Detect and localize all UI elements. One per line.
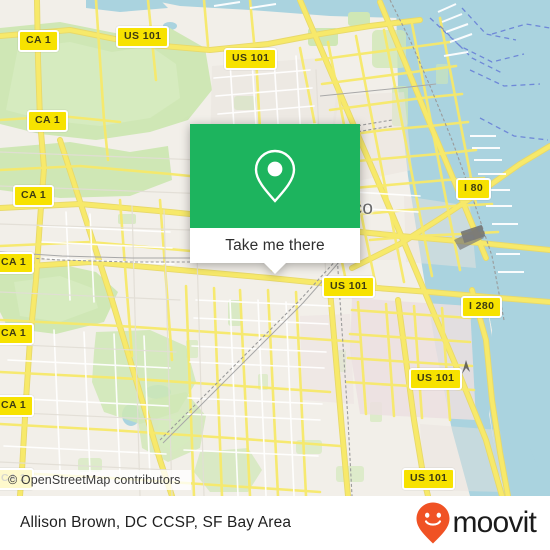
popup-image-area bbox=[190, 124, 360, 228]
take-me-there-label: Take me there bbox=[225, 236, 325, 254]
road-shield-i80: I 80 bbox=[456, 178, 492, 200]
map-page: .wtr{fill:#aad3df} .prk{fill:#cfe7b5} .p… bbox=[0, 0, 550, 550]
popup-pointer-tail bbox=[264, 263, 286, 274]
osm-attribution: © OpenStreetMap contributors bbox=[0, 470, 191, 490]
road-shield-i280: I 280 bbox=[461, 296, 503, 318]
road-shield-ca1: CA 1 bbox=[0, 395, 35, 417]
place-title: Allison Brown, DC CCSP, SF Bay Area bbox=[20, 514, 292, 531]
road-shield-ca1: CA 1 bbox=[0, 252, 35, 274]
road-shield-us101: US 101 bbox=[116, 26, 170, 48]
road-shield-ca1: CA 1 bbox=[27, 110, 69, 132]
road-shield-us101: US 101 bbox=[402, 468, 456, 490]
road-shield-ca1: CA 1 bbox=[18, 30, 60, 52]
road-shield-us101: US 101 bbox=[409, 368, 463, 390]
moovit-wordmark: moovit bbox=[452, 506, 536, 539]
moovit-smiling-pin-icon bbox=[416, 502, 450, 544]
road-shield-ca1: CA 1 bbox=[0, 323, 35, 345]
road-shield-ca1: CA 1 bbox=[13, 185, 55, 207]
bottom-info-bar: Allison Brown, DC CCSP, SF Bay Area moov… bbox=[0, 496, 550, 550]
location-pin-icon bbox=[254, 149, 296, 203]
moovit-brand[interactable]: moovit bbox=[415, 501, 550, 545]
road-shield-us101: US 101 bbox=[322, 276, 376, 298]
map-popup-card[interactable]: Take me there bbox=[190, 124, 360, 274]
popup-action-bar[interactable]: Take me there bbox=[190, 228, 360, 263]
road-shield-us101: US 101 bbox=[224, 48, 278, 70]
